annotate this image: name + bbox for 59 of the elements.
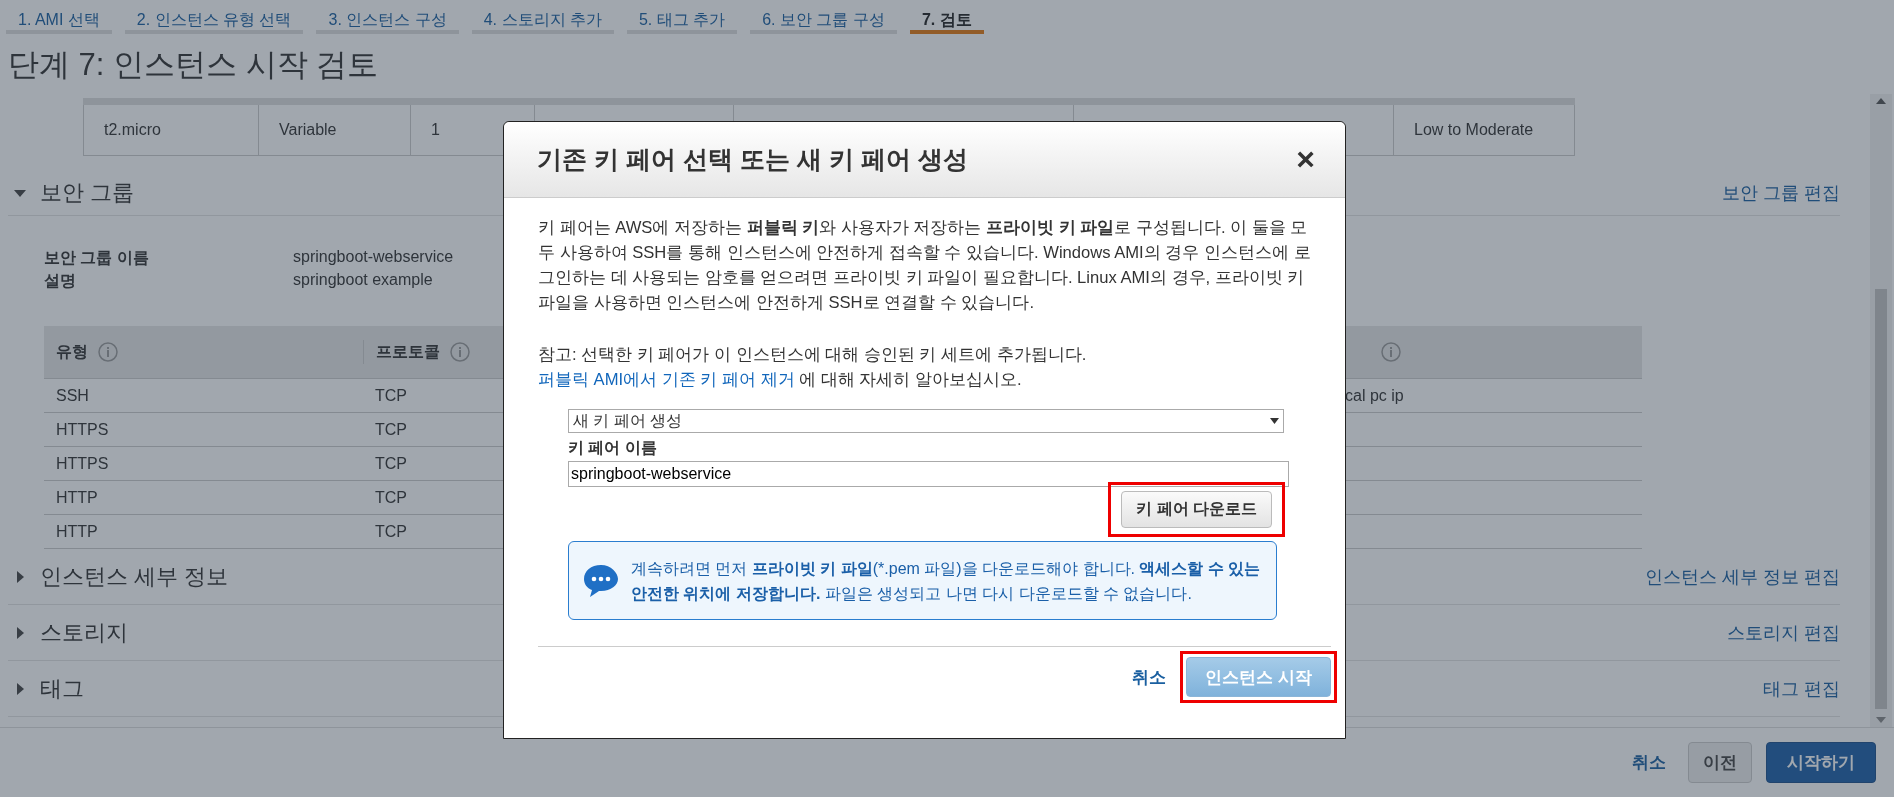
scroll-down-icon [1876, 717, 1886, 723]
caret-icon [1270, 418, 1279, 424]
table-cell-text: TCP [374, 386, 407, 405]
field-value: springboot-webservice [293, 248, 454, 267]
section-title[interactable]: 보안 그룹 [40, 178, 135, 208]
section-title[interactable]: 스토리지 [40, 617, 128, 648]
table-cell-text: TCP [374, 522, 407, 541]
scrollbar[interactable] [1870, 94, 1892, 727]
column-header: 유형 [56, 341, 88, 362]
previous-button[interactable]: 이전 [1688, 742, 1752, 783]
table-cell: Variable [259, 105, 411, 155]
download-button[interactable]: 키 페어 다운로드 [1121, 491, 1272, 528]
table-cell-text: Low to Moderate [1413, 120, 1535, 140]
scroll-up-icon [1876, 98, 1886, 104]
table-cell-text: HTTPS [55, 454, 109, 473]
field-value: springboot example [293, 271, 433, 290]
page-title: 단계 7: 인스턴스 시작 검토 [8, 46, 380, 84]
key-pair-dropdown[interactable]: 새 키 페어 생성 [568, 409, 1284, 433]
column-header: 프로토콜 [376, 341, 440, 362]
table-cell-text: HTTP [55, 488, 98, 507]
dialog-title: 기존 키 페어 선택 또는 새 키 페어 생성 [537, 144, 968, 175]
wizard-tab[interactable]: 6. 보안 그룹 구성 [750, 10, 897, 34]
table-cell-text: HTTP [55, 522, 98, 541]
cancel-link[interactable]: 취소 [1124, 665, 1175, 689]
help-link[interactable]: 퍼블릭 AMI에서 기존 키 페어 제거 [538, 370, 795, 389]
table-cell-text: SSH [55, 386, 89, 405]
table-cell: t2.micro [84, 105, 259, 155]
table-cell-text: TCP [374, 488, 407, 507]
wizard-tab[interactable]: 3. 인스턴스 구성 [316, 10, 459, 34]
note-paragraph: 참고: 선택한 키 페어가 이 인스턴스에 대해 승인된 키 세트에 추가됩니다. 퍼블릭 AMI에서 기존 키 페어 제거 에 대해 자세히 알아보십시오. [538, 344, 1088, 391]
field-label: 키 페어 이름 [568, 438, 658, 458]
info-text: 계속하려면 먼저 프라이빗 키 파일(*.pem 파일)을 다운로드해야 합니다. 액세스할 수 있는 안전한 위치에 저장합니다. 파일은 생성되고 나면 다시 다운로드할 수 없습니다. [631, 558, 1262, 604]
table-cell-text: TCP [374, 454, 407, 473]
edit-link[interactable]: 보안 그룹 편집 [1722, 181, 1840, 205]
field-label: 보안 그룹 이름 [44, 248, 149, 268]
edit-link[interactable]: 태그 편집 [1763, 676, 1840, 701]
wizard-tab[interactable]: 2. 인스턴스 유형 선택 [124, 10, 304, 34]
expand-icon[interactable] [14, 626, 26, 639]
edit-link[interactable]: 인스턴스 세부 정보 편집 [1645, 564, 1840, 589]
wizard-tab[interactable]: 7. 검토 [909, 10, 984, 34]
wizard-tab[interactable]: 5. 태그 추가 [626, 10, 738, 34]
chat-bubble-icon [583, 563, 619, 598]
section-title[interactable]: 태그 [40, 673, 84, 704]
intro-paragraph: 키 페어는 AWS에 저장하는 퍼블릭 키와 사용자가 저장하는 프라이빗 키 파일로 구성됩니다. 이 둘을 모두 사용하여 SSH를 통해 인스턴스에 안전하게 접속할 수 있습니다. Windows AMI의 경우 인스턴스에 로그인하는 데 사용되는 암호를 얻으려면 프라이빗 키 파일이 필요합니다. Linux AMI의 경우, 프라이빗 키 파일을 사용하면 인스턴스에 안전하게 SSH로 연결할 수 있습니다. [538, 217, 1311, 314]
wizard-tab[interactable]: 1. AMI 선택 [6, 10, 112, 34]
close-button[interactable]: × [1290, 141, 1321, 178]
expand-icon[interactable] [14, 682, 26, 695]
expand-icon[interactable] [14, 570, 26, 583]
table-cell-text: TCP [374, 420, 407, 439]
key-pair-name-field[interactable]: springboot-webservice [568, 461, 1289, 487]
table-cell-text: HTTPS [55, 420, 109, 439]
cancel-link[interactable]: 취소 [1624, 751, 1674, 774]
collapse-icon[interactable] [14, 187, 26, 199]
table-cell-text: cal pc ip [1344, 386, 1404, 405]
section-title[interactable]: 인스턴스 세부 정보 [40, 561, 229, 592]
launch-button[interactable]: 시작하기 [1766, 742, 1876, 783]
wizard-tab[interactable]: 4. 스토리지 추가 [471, 10, 614, 34]
edit-link[interactable]: 스토리지 편집 [1727, 620, 1840, 645]
field-label: 설명 [44, 271, 76, 291]
